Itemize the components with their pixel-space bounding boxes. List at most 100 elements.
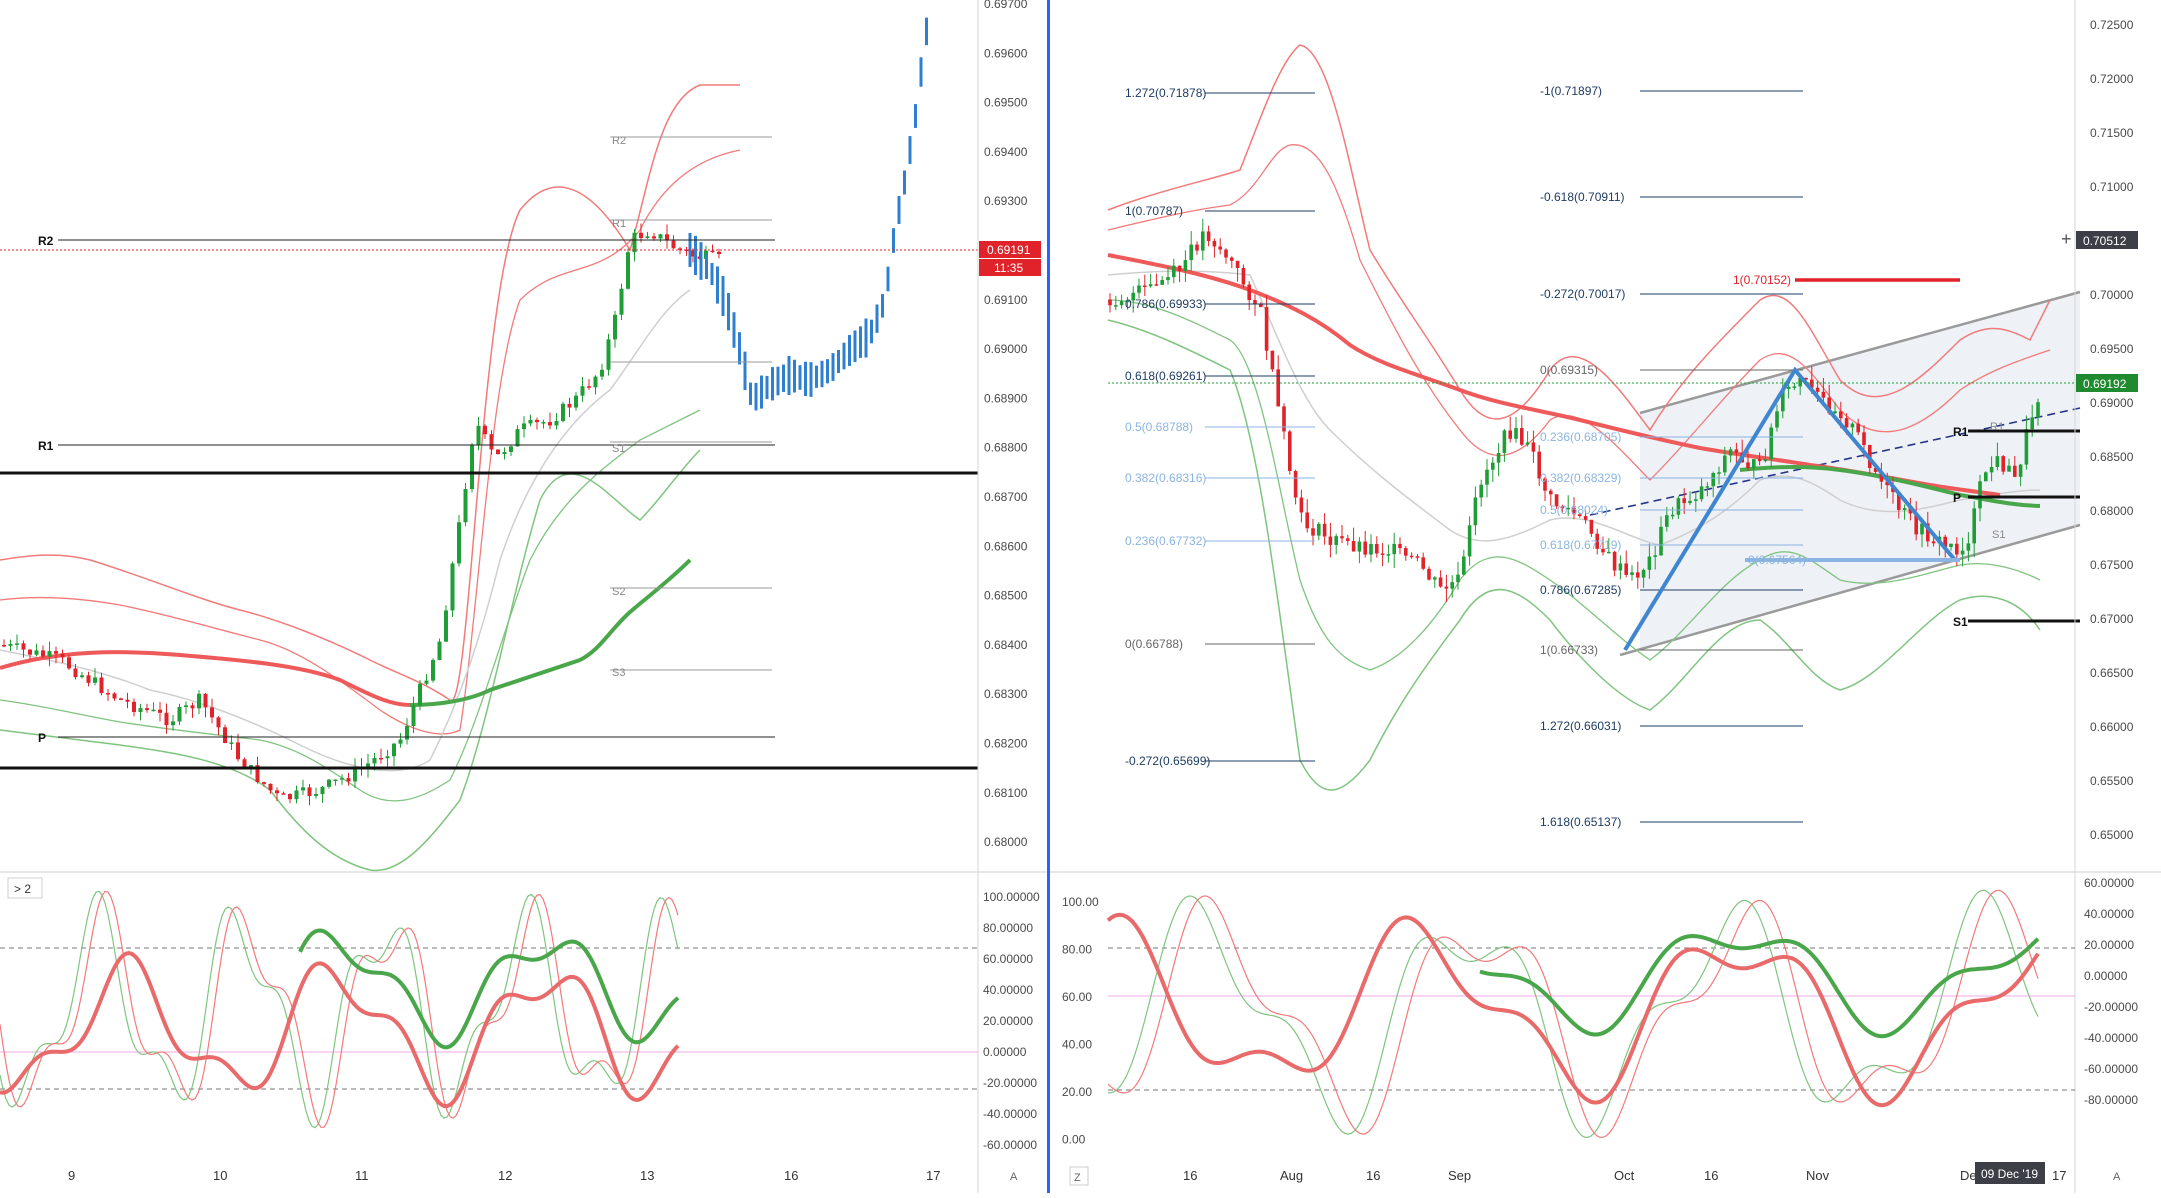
right-fib-right-label: 0.236(0.68705)	[1540, 430, 1621, 444]
right-candle-body	[1763, 459, 1768, 462]
right-candle-body	[1148, 284, 1153, 287]
left-candle-body	[314, 794, 318, 796]
right-level-label-s1: S1	[1992, 529, 2005, 541]
right-candle-body	[1473, 497, 1478, 526]
right-candle-body	[1508, 430, 1512, 439]
left-candle-body	[632, 232, 637, 253]
left-candle-body	[21, 643, 26, 650]
right-osc-right-tick: -40.00000	[2084, 1031, 2138, 1045]
right-price-tick: 0.68500	[2090, 450, 2134, 464]
left-osc-tick: 80.00000	[983, 921, 1033, 935]
right-candle-body	[1462, 556, 1466, 575]
right-candle-body	[1143, 285, 1147, 288]
right-osc-right-tick: -80.00000	[2084, 1093, 2138, 1107]
right-candle-body	[1241, 267, 1246, 285]
left-candle-body	[392, 743, 396, 757]
right-candle-body	[1746, 462, 1750, 468]
left-candle-body	[619, 288, 624, 315]
left-osc-tick: -40.00000	[983, 1107, 1037, 1121]
right-fib-left-label: -0.272(0.65699)	[1125, 754, 1210, 768]
right-candle-body	[1978, 481, 1982, 509]
right-candle-body	[1293, 470, 1298, 498]
left-candle-body	[158, 709, 162, 713]
right-date-tick: Nov	[1806, 1168, 1830, 1183]
left-current-price-value: 0.69191	[987, 243, 1031, 257]
right-candle-body	[1346, 538, 1350, 541]
left-date-tick: 17	[926, 1168, 940, 1183]
left-candle-body	[580, 386, 585, 396]
left-price-tick: 0.68200	[984, 737, 1028, 751]
left-candle-body	[151, 709, 156, 712]
right-zoom-button[interactable]: Z	[1074, 1172, 1081, 1184]
left-candle-body	[327, 779, 331, 787]
left-candle-body	[613, 314, 617, 340]
right-osc-left-tick: 40.00	[1062, 1038, 1092, 1052]
right-date-tick: 16	[1183, 1168, 1197, 1183]
left-candle-body	[132, 701, 136, 712]
right-candle-body	[1955, 543, 1959, 555]
left-osc-tag-text: > 2	[14, 882, 31, 896]
right-candle-body	[1166, 277, 1170, 281]
right-osc-right-tick: 40.00000	[2084, 907, 2134, 921]
left-candle-body	[528, 419, 533, 424]
left-osc-axis[interactable]: 100.00000 80.00000 60.00000 40.00000 20.0000…	[983, 890, 1040, 1152]
right-candle-body	[1392, 543, 1396, 555]
left-candle-body	[112, 693, 117, 699]
right-crosshair-cursor: +	[2061, 229, 2072, 249]
right-candle-body	[1844, 418, 1849, 428]
right-candle-body	[1282, 406, 1286, 432]
left-candle-body	[8, 644, 13, 646]
left-candle-body	[229, 742, 234, 744]
left-candle-body	[372, 757, 377, 764]
left-candle-body	[47, 651, 52, 657]
right-candle-body	[1247, 284, 1251, 301]
left-price-tick: 0.68300	[984, 687, 1028, 701]
right-candle-body	[1479, 484, 1483, 498]
left-axis-auto-button[interactable]: A	[1010, 1171, 1018, 1183]
right-candle-body	[1137, 285, 1141, 293]
right-price-tick: 0.67500	[2090, 558, 2134, 572]
left-candle-body	[197, 693, 201, 709]
right-candle-body	[2036, 402, 2040, 418]
right-candle-body	[1705, 486, 1710, 488]
left-date-tick: 9	[68, 1168, 75, 1183]
left-osc-tick: -20.00000	[983, 1076, 1037, 1090]
left-candle-body	[489, 434, 494, 450]
right-candle-body	[2013, 465, 2017, 477]
left-pivot-label-r2: R2	[38, 234, 54, 248]
left-candle-body	[184, 705, 188, 708]
right-candle-body	[1311, 528, 1315, 536]
left-price-tick: 0.68400	[984, 638, 1028, 652]
left-price-tick: 0.68600	[984, 539, 1028, 553]
left-candle-body	[190, 705, 195, 709]
left-date-tick: 11	[355, 1168, 369, 1183]
right-price-tick: 0.71500	[2090, 126, 2134, 140]
right-candle-body	[1839, 411, 1843, 419]
right-price-tick: 0.67000	[2090, 612, 2134, 626]
left-candle-body	[541, 422, 546, 424]
chart-divider[interactable]	[1047, 0, 1050, 1193]
right-candle-body	[1525, 442, 1530, 445]
right-candle-body	[1995, 456, 2000, 467]
right-date-tick: Sep	[1448, 1168, 1471, 1183]
left-candle-body	[119, 698, 123, 700]
right-candle-body	[1299, 497, 1304, 513]
right-candle-body	[1438, 577, 1443, 587]
right-candle-body	[1114, 305, 1118, 307]
right-target-label: 1(0.70152)	[1733, 273, 1791, 287]
left-candle-body	[210, 707, 214, 718]
left-candle-body	[86, 675, 91, 683]
left-level-label-r1: R1	[612, 218, 626, 230]
right-candle-body	[1711, 473, 1715, 487]
left-candle-body	[2, 645, 6, 647]
left-candle-body	[93, 677, 97, 683]
left-level-label-s1: S1	[612, 443, 625, 455]
right-candle-body	[1496, 453, 1501, 463]
left-candle-body	[60, 653, 65, 658]
right-fib-right-label: -0.618(0.70911)	[1540, 190, 1625, 204]
right-axis-auto-button[interactable]: A	[2113, 1171, 2121, 1183]
right-candle-body	[1264, 307, 1269, 351]
left-countdown-value: 11:35	[994, 261, 1023, 275]
left-candle-body	[320, 786, 325, 795]
left-candle-body	[502, 451, 507, 455]
